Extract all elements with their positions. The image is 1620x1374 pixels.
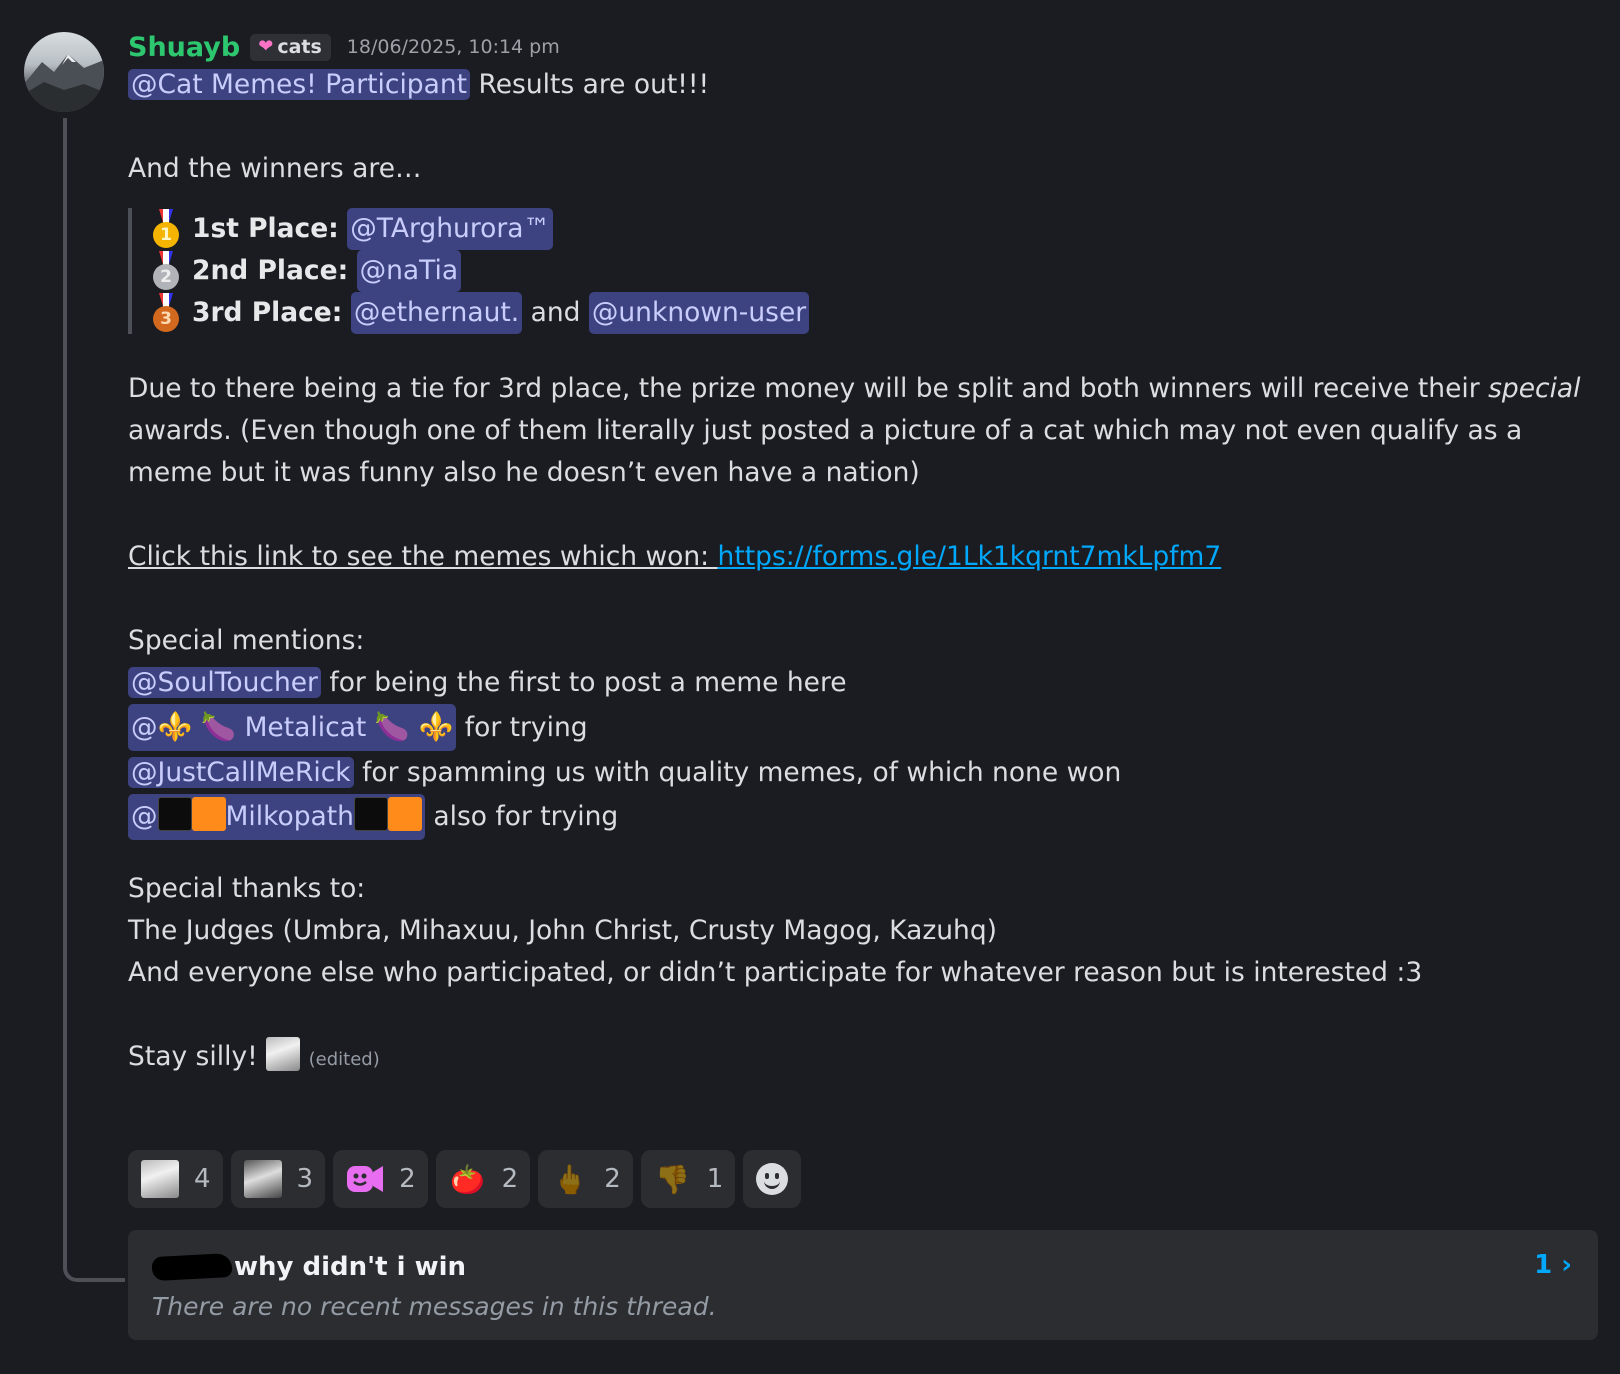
joiner-text: and: [522, 297, 589, 328]
eggplant-fleur-icon: 🍆 ⚜️: [374, 710, 454, 743]
author-avatar[interactable]: [24, 32, 104, 112]
reactions-bar: 4 3 2 🍅 2 🖕 2 👎 1: [128, 1150, 802, 1208]
middle-finger-icon: 🖕: [552, 1162, 588, 1196]
place-label: 3rd Place:: [192, 297, 343, 328]
black-square-icon: [353, 797, 388, 831]
reaction-count: 2: [399, 1164, 416, 1194]
reaction-count: 3: [296, 1164, 314, 1194]
message-timestamp[interactable]: 18/06/2025, 10:14 pm: [347, 36, 560, 58]
special-mention-row: @JustCallMeRick for spamming us with qua…: [128, 752, 1598, 794]
thread-preview[interactable]: why didn't i win There are no recent mes…: [128, 1230, 1598, 1340]
reaction-count: 4: [194, 1164, 211, 1194]
tomato-icon: 🍅: [450, 1162, 486, 1196]
fleur-eggplant-icon: ⚜️ 🍆: [157, 710, 237, 743]
reaction-tomato[interactable]: 🍅 2: [435, 1150, 531, 1208]
orange-square-icon: [191, 797, 226, 831]
forms-link[interactable]: https://forms.gle/1Lk1kqrnt7mkLpfm7: [718, 541, 1222, 572]
bronze-medal-icon: 3: [152, 293, 182, 333]
mention-reason: for spamming us with quality memes, of w…: [353, 757, 1122, 788]
mention-reason: for being the first to post a meme here: [320, 667, 847, 698]
winners-blockquote: 1 1st Place: @TArghurora™ 2 2nd Place: @…: [128, 208, 1598, 334]
server-tag[interactable]: ❤ cats: [250, 33, 331, 61]
thread-connector-line: [63, 118, 125, 1282]
tie-text: awards. (Even though one of them literal…: [128, 415, 1523, 446]
reaction-pink-blob[interactable]: 2: [333, 1150, 428, 1208]
tie-text: meme but it was funny also he doesn’t ev…: [128, 457, 920, 488]
thread-title: why didn't i win: [151, 1252, 467, 1282]
server-tag-label: cats: [277, 35, 322, 58]
heart-icon: ❤: [258, 36, 274, 57]
winners-intro: And the winners are…: [128, 153, 422, 184]
first-place-row: 1 1st Place: @TArghurora™: [152, 208, 1598, 250]
special-mention-row: @ Milkopath also for trying: [128, 794, 1598, 842]
message-body: @Cat Memes! Participant Results are out!…: [128, 64, 1598, 1081]
pink-blob-icon: [345, 1159, 385, 1199]
user-mention[interactable]: @SoulToucher: [128, 667, 321, 698]
intro-text: Results are out!!!: [470, 69, 710, 100]
orange-square-icon: [387, 797, 422, 831]
user-mention[interactable]: @naTia: [356, 250, 462, 292]
third-place-row: 3 3rd Place: @ethernaut. and @unknown-us…: [152, 292, 1598, 334]
second-place-row: 2 2nd Place: @naTia: [152, 250, 1598, 292]
place-label: 1st Place:: [192, 213, 339, 244]
special-mention-row: @SoulToucher for being the first to post…: [128, 662, 1598, 704]
link-prefix: Click this link to see the memes which w…: [128, 541, 718, 572]
tie-text: Due to there being a tie for 3rd place, …: [128, 373, 1489, 404]
user-mention[interactable]: @ Milkopath: [128, 794, 425, 840]
gold-medal-icon: 1: [152, 209, 182, 249]
add-reaction-button[interactable]: [743, 1150, 802, 1208]
thanks-judges: The Judges (Umbra, Mihaxuu, John Christ,…: [128, 915, 997, 946]
user-mention[interactable]: @TArghurora™: [347, 208, 553, 250]
thread-message-count[interactable]: 1 ›: [1534, 1250, 1572, 1280]
mountain-icon: [24, 54, 104, 112]
cat-photo-icon: [243, 1159, 283, 1199]
reaction-thumbs-down[interactable]: 👎 1: [640, 1150, 736, 1208]
cat-emote-icon[interactable]: [266, 1037, 301, 1071]
thumbs-down-icon: 👎: [655, 1162, 691, 1196]
role-mention[interactable]: @Cat Memes! Participant: [128, 69, 471, 100]
user-mention[interactable]: @⚜️ 🍆 Metalicat 🍆 ⚜️: [128, 704, 457, 751]
thread-title-text: why didn't i win: [234, 1252, 467, 1282]
reaction-count: 1: [706, 1164, 724, 1194]
reaction-count: 2: [501, 1164, 519, 1194]
thanks-heading: Special thanks to:: [128, 873, 366, 904]
mention-reason: also for trying: [424, 801, 619, 832]
user-mention[interactable]: @unknown-user: [588, 292, 810, 334]
special-mention-row: @⚜️ 🍆 Metalicat 🍆 ⚜️ for trying: [128, 704, 1598, 752]
user-mention[interactable]: @ethernaut.: [350, 292, 523, 334]
mention-reason: for trying: [456, 712, 588, 743]
place-label: 2nd Place:: [192, 255, 349, 286]
intro-line: @Cat Memes! Participant Results are out!…: [128, 64, 1598, 106]
reaction-count: 2: [604, 1164, 621, 1194]
author-username[interactable]: Shuayb: [128, 32, 240, 63]
thanks-everyone: And everyone else who participated, or d…: [128, 957, 1423, 988]
reaction-cat-emote[interactable]: 4: [128, 1150, 223, 1208]
tie-italic: special: [1488, 373, 1581, 404]
message-content: Shuayb ❤ cats 18/06/2025, 10:14 pm @Cat …: [128, 30, 1598, 1081]
smiley-icon: [756, 1163, 789, 1195]
redacted-name: [151, 1252, 233, 1282]
edited-marker: (edited): [308, 1049, 380, 1070]
message-header: Shuayb ❤ cats 18/06/2025, 10:14 pm: [128, 30, 1598, 64]
cat-emote-icon: [140, 1159, 180, 1199]
signoff-line: Stay silly! (edited): [128, 1036, 1598, 1081]
reaction-cat-photo[interactable]: 3: [230, 1150, 326, 1208]
thread-subtitle: There are no recent messages in this thr…: [152, 1292, 717, 1321]
special-mentions-heading: Special mentions:: [128, 625, 365, 656]
tie-paragraph: Due to there being a tie for 3rd place, …: [128, 368, 1598, 494]
user-mention[interactable]: @JustCallMeRick: [128, 757, 354, 788]
black-square-icon: [157, 797, 192, 831]
silver-medal-icon: 2: [152, 251, 182, 291]
signoff-text: Stay silly!: [128, 1041, 267, 1072]
link-line: Click this link to see the memes which w…: [128, 536, 1598, 578]
reaction-middle-finger[interactable]: 🖕 2: [538, 1150, 633, 1208]
